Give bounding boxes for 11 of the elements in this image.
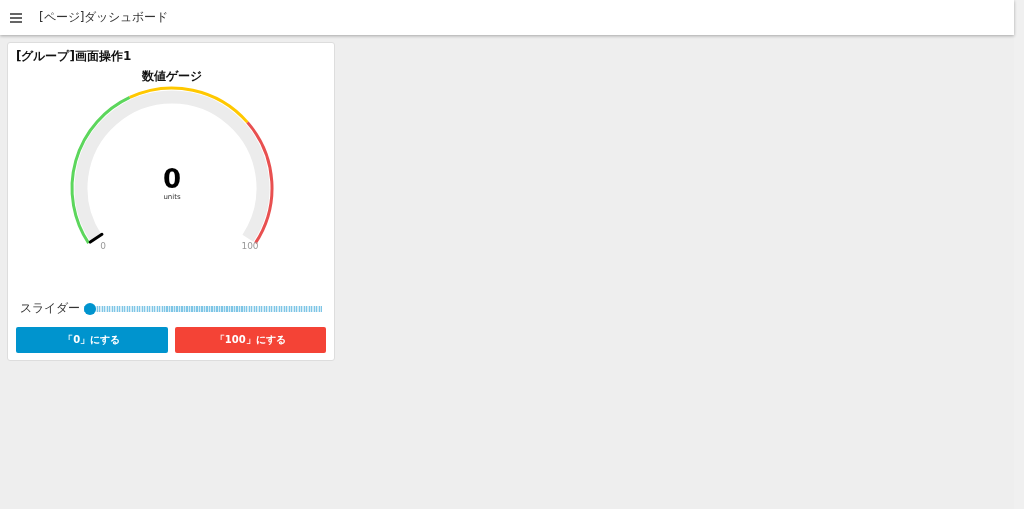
menu-icon[interactable]: [10, 12, 22, 23]
slider-label: スライダー: [20, 300, 80, 317]
slider-thumb[interactable]: [84, 302, 96, 315]
set-value-button[interactable]: 「100」にする: [174, 327, 326, 353]
set-value-button[interactable]: 「0」にする: [16, 327, 168, 353]
gauge-title: 数値ゲージ: [142, 69, 202, 83]
gauge-value: 0: [162, 164, 182, 194]
gauge-max: 100: [241, 241, 259, 251]
page-title: [ページ]ダッシュボード: [39, 9, 169, 26]
group-title: [グループ]画面操作1: [15, 48, 133, 65]
gauge-min: 0: [100, 241, 106, 251]
